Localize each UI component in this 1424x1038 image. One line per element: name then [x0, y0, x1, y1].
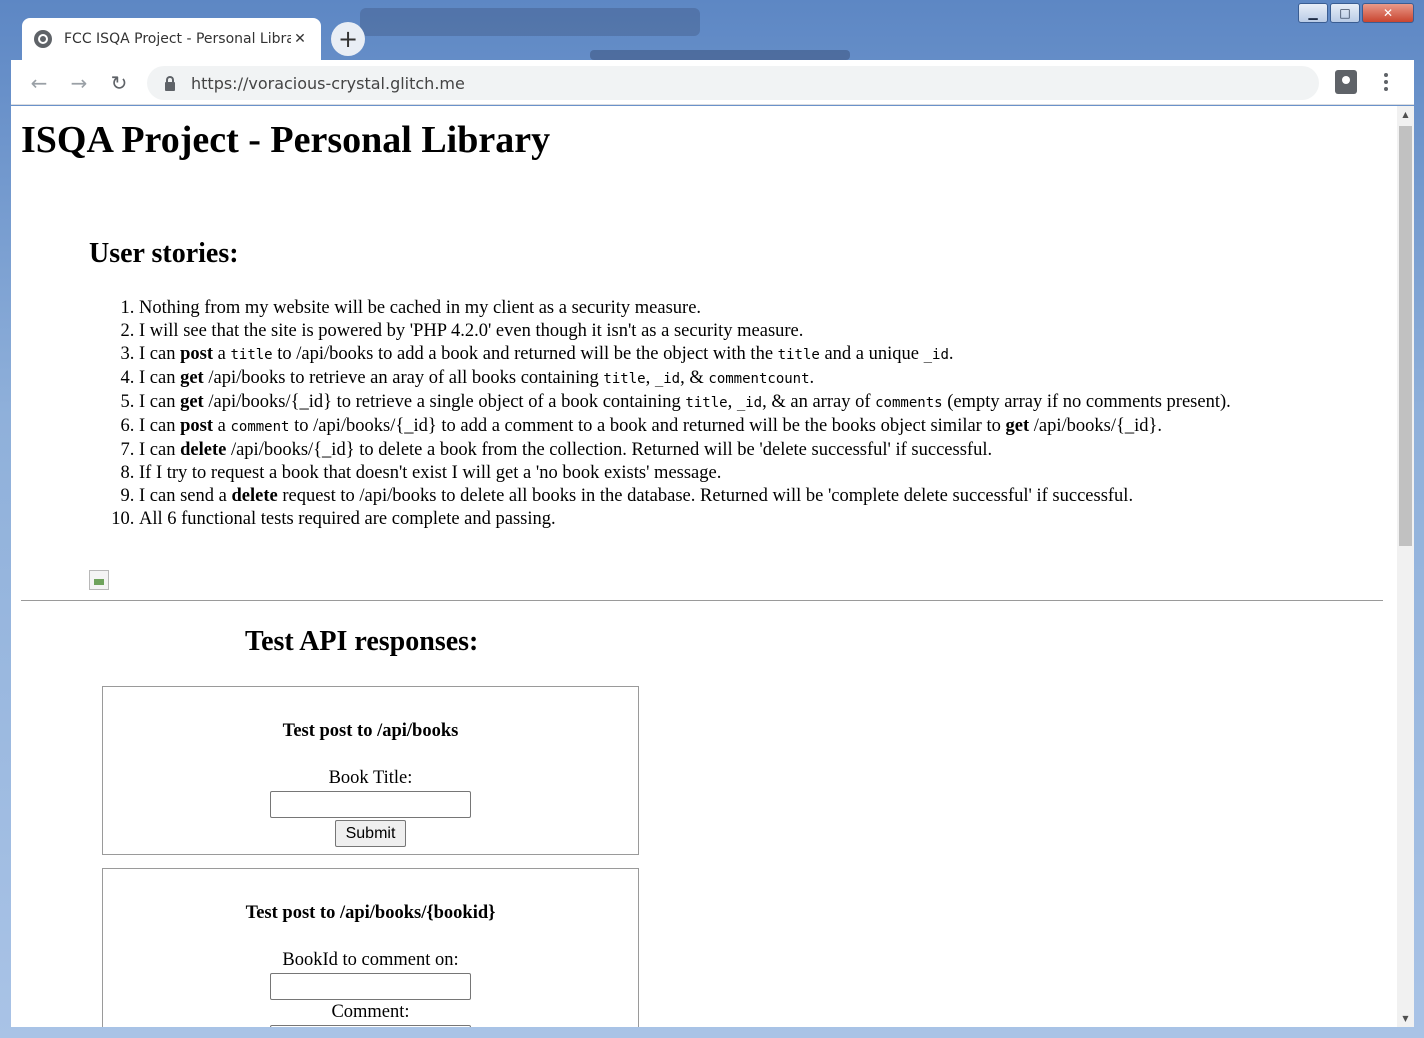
user-story-item: I can delete /api/books/{_id} to delete … — [139, 439, 1389, 462]
story-text: and a unique — [819, 344, 924, 364]
bookid-input[interactable] — [270, 973, 471, 1000]
test-post-books-form: Test post to /api/books Book Title: Subm… — [102, 686, 639, 855]
background-window-blur — [590, 50, 850, 60]
bold-text: get — [180, 368, 204, 388]
profile-icon[interactable] — [1335, 70, 1357, 94]
bold-text: post — [180, 416, 213, 436]
story-text: Nothing from my website will be cached i… — [139, 298, 702, 318]
window-controls: ▁ □ ✕ — [1298, 3, 1414, 23]
story-text: I will see that the site is powered by '… — [139, 321, 804, 341]
code-text: _id — [923, 347, 949, 363]
code-text: title — [603, 371, 646, 387]
user-stories-heading: User stories: — [89, 238, 239, 269]
story-text: /api/books/{_id} to delete a book from t… — [226, 440, 993, 460]
story-text: I can — [139, 416, 181, 436]
book-title-label: Book Title: — [328, 768, 413, 788]
comment-label: Comment: — [331, 1002, 410, 1022]
user-story-item: All 6 functional tests required are comp… — [139, 508, 1389, 531]
user-story-item: I will see that the site is powered by '… — [139, 320, 1389, 343]
comment-input[interactable] — [270, 1025, 471, 1027]
story-text: . — [948, 344, 954, 364]
background-window-blur — [360, 8, 700, 36]
form-title: Test post to /api/books — [282, 721, 459, 741]
story-text: , — [645, 368, 655, 388]
submit-button[interactable]: Submit — [334, 820, 407, 847]
code-text: title — [230, 347, 273, 363]
browser-toolbar: ← → ↻ https://voracious-crystal.glitch.m… — [11, 60, 1414, 105]
bold-text: delete — [231, 486, 278, 506]
user-story-item: If I try to request a book that doesn't … — [139, 462, 1389, 485]
story-text: a — [213, 344, 231, 364]
story-text: to /api/books to add a book and returned… — [272, 344, 778, 364]
code-text: comments — [875, 395, 943, 411]
test-api-heading: Test API responses: — [245, 626, 479, 657]
user-stories-list: Nothing from my website will be cached i… — [89, 297, 1389, 531]
user-story-item: I can get /api/books to retrieve an aray… — [139, 367, 1389, 391]
user-story-item: I can get /api/books/{_id} to retrieve a… — [139, 391, 1389, 415]
browser-tab[interactable]: FCC ISQA Project - Personal Libra ✕ — [22, 18, 321, 60]
menu-icon[interactable] — [1376, 70, 1396, 94]
bookid-label: BookId to comment on: — [282, 950, 459, 970]
address-bar[interactable]: https://voracious-crystal.glitch.me — [147, 66, 1319, 100]
reload-icon[interactable]: ↻ — [105, 69, 133, 97]
story-text: . — [809, 368, 815, 388]
book-title-input[interactable] — [270, 791, 471, 818]
code-text: title — [685, 395, 728, 411]
user-story-item: I can post a title to /api/books to add … — [139, 343, 1389, 367]
story-text: All 6 functional tests required are comp… — [139, 509, 556, 529]
story-text: I can — [139, 344, 181, 364]
new-tab-button[interactable]: + — [331, 22, 365, 56]
back-icon[interactable]: ← — [25, 69, 53, 97]
story-text: I can send a — [139, 486, 232, 506]
tab-title: FCC ISQA Project - Personal Libra — [64, 31, 291, 47]
bold-text: get — [180, 392, 204, 412]
story-text: /api/books to retrieve an aray of all bo… — [203, 368, 604, 388]
user-story-item: Nothing from my website will be cached i… — [139, 297, 1389, 320]
code-text: title — [777, 347, 820, 363]
story-text: /api/books/{_id}. — [1029, 416, 1162, 436]
code-text: _id — [736, 395, 763, 411]
scroll-down-icon[interactable]: ▼ — [1397, 1010, 1414, 1027]
story-text: , & — [680, 368, 709, 388]
minimize-icon[interactable]: ▁ — [1298, 3, 1328, 23]
lock-icon[interactable] — [165, 75, 175, 91]
forward-icon[interactable]: → — [65, 69, 93, 97]
story-text: request to /api/books to delete all book… — [277, 486, 1134, 506]
story-text: , & an array of — [762, 392, 876, 412]
bold-text: get — [1005, 416, 1030, 436]
story-text: I can — [139, 440, 181, 460]
bold-text: post — [180, 344, 213, 364]
bold-text: delete — [180, 440, 227, 460]
code-text: commentcount — [708, 371, 810, 387]
form-title: Test post to /api/books/{bookid} — [245, 903, 496, 923]
code-text: _id — [654, 371, 681, 387]
user-story-item: I can post a comment to /api/books/{_id}… — [139, 415, 1389, 439]
story-text: /api/books/{_id} to retrieve a single ob… — [203, 392, 686, 412]
story-text: a — [213, 416, 231, 436]
story-text: I can — [139, 392, 181, 412]
page-title: ISQA Project - Personal Library — [21, 119, 551, 161]
broken-image-icon — [89, 570, 109, 590]
maximize-icon[interactable]: □ — [1330, 3, 1360, 23]
scroll-up-icon[interactable]: ▲ — [1397, 106, 1414, 123]
url-text: https://voracious-crystal.glitch.me — [191, 73, 465, 93]
story-text: to /api/books/{_id} to add a comment to … — [289, 416, 1006, 436]
page-viewport: ISQA Project - Personal Library User sto… — [11, 106, 1414, 1027]
story-text: If I try to request a book that doesn't … — [139, 463, 722, 483]
close-tab-icon[interactable]: ✕ — [291, 31, 309, 47]
divider — [21, 600, 1383, 601]
story-text: I can — [139, 368, 181, 388]
story-text: (empty array if no comments present). — [942, 392, 1231, 412]
story-text: , — [727, 392, 737, 412]
user-story-item: I can send a delete request to /api/book… — [139, 485, 1389, 508]
vertical-scrollbar[interactable]: ▲ ▼ — [1397, 106, 1414, 1027]
globe-icon — [34, 30, 52, 48]
test-post-comment-form: Test post to /api/books/{bookid} BookId … — [102, 868, 639, 1027]
close-window-icon[interactable]: ✕ — [1362, 3, 1414, 23]
scrollbar-thumb[interactable] — [1399, 126, 1412, 546]
code-text: comment — [230, 419, 290, 435]
